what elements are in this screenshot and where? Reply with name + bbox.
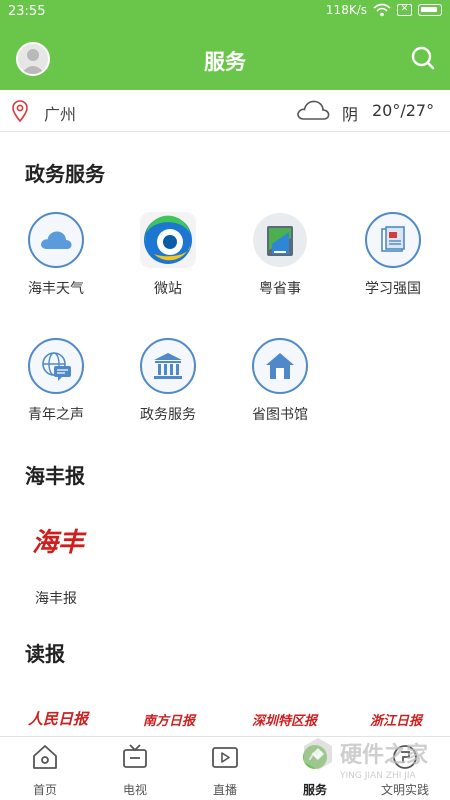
weather-text: 阴	[342, 105, 359, 124]
weizhan-icon	[140, 212, 196, 268]
cloud-icon	[28, 212, 84, 268]
nav-label: 电视	[122, 783, 147, 797]
app-header: 服务	[0, 24, 450, 90]
status-bar: 23:55 118K/s ✕	[0, 0, 450, 24]
paper-zhejiang[interactable]: 浙江日报	[370, 710, 422, 729]
battery-icon	[418, 4, 442, 16]
tv-icon	[123, 744, 147, 768]
status-time: 23:55	[8, 4, 46, 19]
nav-live[interactable]: 直播	[180, 743, 270, 798]
building-icon	[140, 338, 196, 394]
nav-label: 首页	[32, 783, 57, 797]
service-label: 学习强国	[365, 281, 421, 297]
xuexi-icon	[365, 212, 421, 268]
service-xuexi[interactable]: 学习强国	[337, 212, 449, 298]
page-title: 服务	[204, 50, 246, 74]
service-haifeng-weather[interactable]: 海丰天气	[0, 212, 112, 298]
paper-renmin[interactable]: 人民日报	[28, 708, 88, 729]
service-government[interactable]: 政务服务	[112, 338, 224, 424]
service-weizhan[interactable]: 微站	[112, 212, 224, 298]
nav-tv[interactable]: 电视	[90, 743, 180, 798]
service-yueshengshi[interactable]: 粤省事	[224, 212, 336, 298]
search-icon[interactable]	[410, 45, 436, 71]
section-title-gov: 政务服务	[25, 162, 105, 186]
live-icon	[212, 747, 238, 768]
location-pin-icon	[12, 100, 28, 122]
temperature: 20°/27°	[372, 101, 435, 120]
globe-chat-icon	[28, 338, 84, 394]
no-sim-icon: ✕	[397, 4, 412, 16]
service-label: 政务服务	[140, 407, 196, 423]
service-youth-voice[interactable]: 青年之声	[0, 338, 112, 424]
service-label: 青年之声	[28, 407, 84, 423]
wifi-icon	[373, 3, 391, 17]
service-label: 粤省事	[259, 281, 301, 297]
section-title-haifeng: 海丰报	[25, 464, 85, 488]
watermark-subtext: YING JIAN ZHI JIA	[339, 771, 417, 781]
watermark-text: 硬件之家	[340, 742, 429, 768]
house-icon	[252, 338, 308, 394]
service-provincial-library[interactable]: 省图书馆	[224, 338, 336, 424]
paper-nanfang[interactable]: 南方日报	[143, 710, 195, 729]
nav-home[interactable]: 首页	[0, 743, 90, 798]
yueshengshi-icon	[252, 212, 308, 268]
paper-shenzhen[interactable]: 深圳特区报	[252, 710, 317, 729]
nav-label: 直播	[212, 783, 237, 797]
cloud-icon	[297, 100, 330, 120]
service-label: 海丰天气	[28, 281, 84, 297]
newspaper-haifeng[interactable]: 海丰 海丰报	[0, 518, 112, 607]
network-speed: 118K/s	[325, 3, 367, 17]
watermark-logo: 硬件之家 YING JIAN ZHI JIA	[304, 738, 429, 781]
service-label: 省图书馆	[252, 407, 308, 423]
city-name: 广州	[44, 105, 77, 124]
home-icon	[33, 745, 57, 769]
service-label: 微站	[154, 281, 182, 297]
location-bar[interactable]: 广州 阴 20°/27°	[0, 90, 450, 132]
status-right: 118K/s ✕	[326, 3, 442, 17]
section-title-read: 读报	[25, 642, 65, 666]
newspaper-label: 海丰报	[35, 591, 77, 607]
haifeng-logo: 海丰	[32, 528, 85, 558]
